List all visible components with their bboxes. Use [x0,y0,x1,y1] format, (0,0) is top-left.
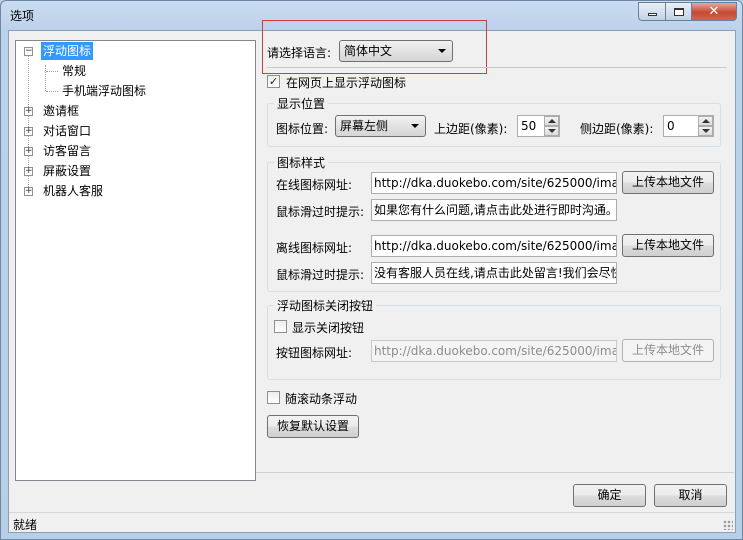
expand-icon[interactable]: + [24,127,33,136]
side-margin-value: 0 [667,119,675,133]
online-hover-label: 鼠标滑过时提示: [276,205,365,219]
window-title: 选项 [10,9,35,23]
offline-upload-button[interactable]: 上传本地文件 [622,234,714,257]
tree-item-label: 邀请框 [43,104,80,118]
scroll-float-checkbox[interactable] [267,391,280,404]
spinner-buttons [544,116,559,136]
resize-grip-icon[interactable] [723,520,733,530]
separator [256,472,734,473]
tree-item-label: 手机端浮动图标 [62,84,147,98]
close-button-group-title: 浮动图标关闭按钮 [274,297,377,314]
tree-item-robot-service[interactable]: + 机器人客服 [16,182,136,200]
top-margin-label: 上边距(像素): [434,122,508,136]
offline-url-label: 离线图标网址: [276,241,353,255]
close-upload-button[interactable]: 上传本地文件 [622,339,714,362]
expand-icon[interactable]: + [24,107,33,116]
spin-down-icon[interactable] [698,126,713,136]
button-url-label: 按钮图标网址: [276,346,353,360]
dropdown-arrow-icon [438,49,446,53]
expand-icon[interactable]: + [24,187,33,196]
language-value: 简体中文 [344,44,393,58]
minimize-button[interactable] [638,2,665,21]
position-group-title: 显示位置 [274,95,329,112]
tree-item-label: 机器人客服 [43,184,104,198]
tree-item-general[interactable]: 常规 [16,62,136,80]
side-margin-label: 侧边距(像素): [580,122,654,136]
icon-position-label: 图标位置: [276,122,329,136]
status-bar: 就绪 [9,512,735,532]
window-controls: ✕ [638,2,737,21]
collapse-icon[interactable]: − [24,47,33,56]
show-float-icon-label: 在网页上显示浮动图标 [286,76,407,90]
spin-down-icon[interactable] [544,126,559,136]
icon-style-group-title: 图标样式 [274,154,329,171]
options-window: 选项 ✕ − 浮动图标 常规 手机端浮动图标 + 邀请框 + 对话窗口 + 访客… [0,0,743,540]
tree-item-visitor-message[interactable]: + 访客留言 [16,142,136,160]
tree-item-block-settings[interactable]: + 屏蔽设置 [16,162,136,180]
maximize-icon [673,7,684,16]
tree-item-label: 浮动图标 [41,42,94,60]
expand-icon[interactable]: + [24,147,33,156]
tree-item-label: 访客留言 [43,144,92,158]
online-url-input[interactable]: http://dka.duokebo.com/site/625000/ima [371,172,617,194]
online-hover-input[interactable]: 如果您有什么问题,请点击此处进行即时沟通。 [371,199,617,221]
tree-item-label: 常规 [62,64,87,78]
tree-item-float-icon[interactable]: − 浮动图标 [16,42,136,60]
side-margin-spinner[interactable]: 0 [663,115,714,137]
tree-item-chat-window[interactable]: + 对话窗口 [16,122,136,140]
cancel-button[interactable]: 取消 [654,484,727,507]
top-margin-value: 50 [521,119,537,133]
close-icon: ✕ [708,4,720,19]
offline-hover-input[interactable]: 没有客服人员在线,请点击此处留言!我们会尽快 [371,262,617,284]
expand-icon[interactable]: + [24,167,33,176]
icon-position-select[interactable]: 屏幕左侧 [335,115,426,137]
tree-item-mobile-float-icon[interactable]: 手机端浮动图标 [16,82,176,100]
close-button[interactable]: ✕ [691,2,737,21]
restore-defaults-button[interactable]: 恢复默认设置 [267,415,359,438]
dropdown-arrow-icon [411,124,419,128]
spin-up-icon[interactable] [544,116,559,126]
icon-position-value: 屏幕左侧 [340,119,389,133]
dialog-client: − 浮动图标 常规 手机端浮动图标 + 邀请框 + 对话窗口 + 访客留言 + … [8,20,736,533]
show-close-button-label: 显示关闭按钮 [292,321,365,335]
maximize-button[interactable] [665,2,691,21]
tree-item-label: 对话窗口 [43,124,92,138]
online-upload-button[interactable]: 上传本地文件 [622,171,714,194]
separator [267,67,727,68]
online-url-label: 在线图标网址: [276,178,353,192]
tree-item-label: 屏蔽设置 [43,164,92,178]
tree-item-invite-box[interactable]: + 邀请框 [16,102,136,120]
spinner-buttons [698,116,713,136]
show-float-icon-checkbox[interactable]: ✓ [267,75,280,88]
offline-url-input[interactable]: http://dka.duokebo.com/site/625000/ima [371,235,617,257]
button-url-input[interactable]: http://dka.duokebo.com/site/625000/ima [371,340,617,362]
ok-button[interactable]: 确定 [573,484,646,507]
minimize-icon [647,13,657,16]
status-text: 就绪 [13,518,38,532]
offline-hover-label: 鼠标滑过时提示: [276,268,365,282]
scroll-float-label: 随滚动条浮动 [285,392,358,406]
language-select[interactable]: 简体中文 [339,40,453,62]
top-margin-spinner[interactable]: 50 [517,115,560,137]
options-tree[interactable]: − 浮动图标 常规 手机端浮动图标 + 邀请框 + 对话窗口 + 访客留言 + … [15,40,256,481]
show-close-button-checkbox[interactable] [274,320,287,333]
spin-up-icon[interactable] [698,116,713,126]
language-label: 请选择语言: [267,46,332,60]
